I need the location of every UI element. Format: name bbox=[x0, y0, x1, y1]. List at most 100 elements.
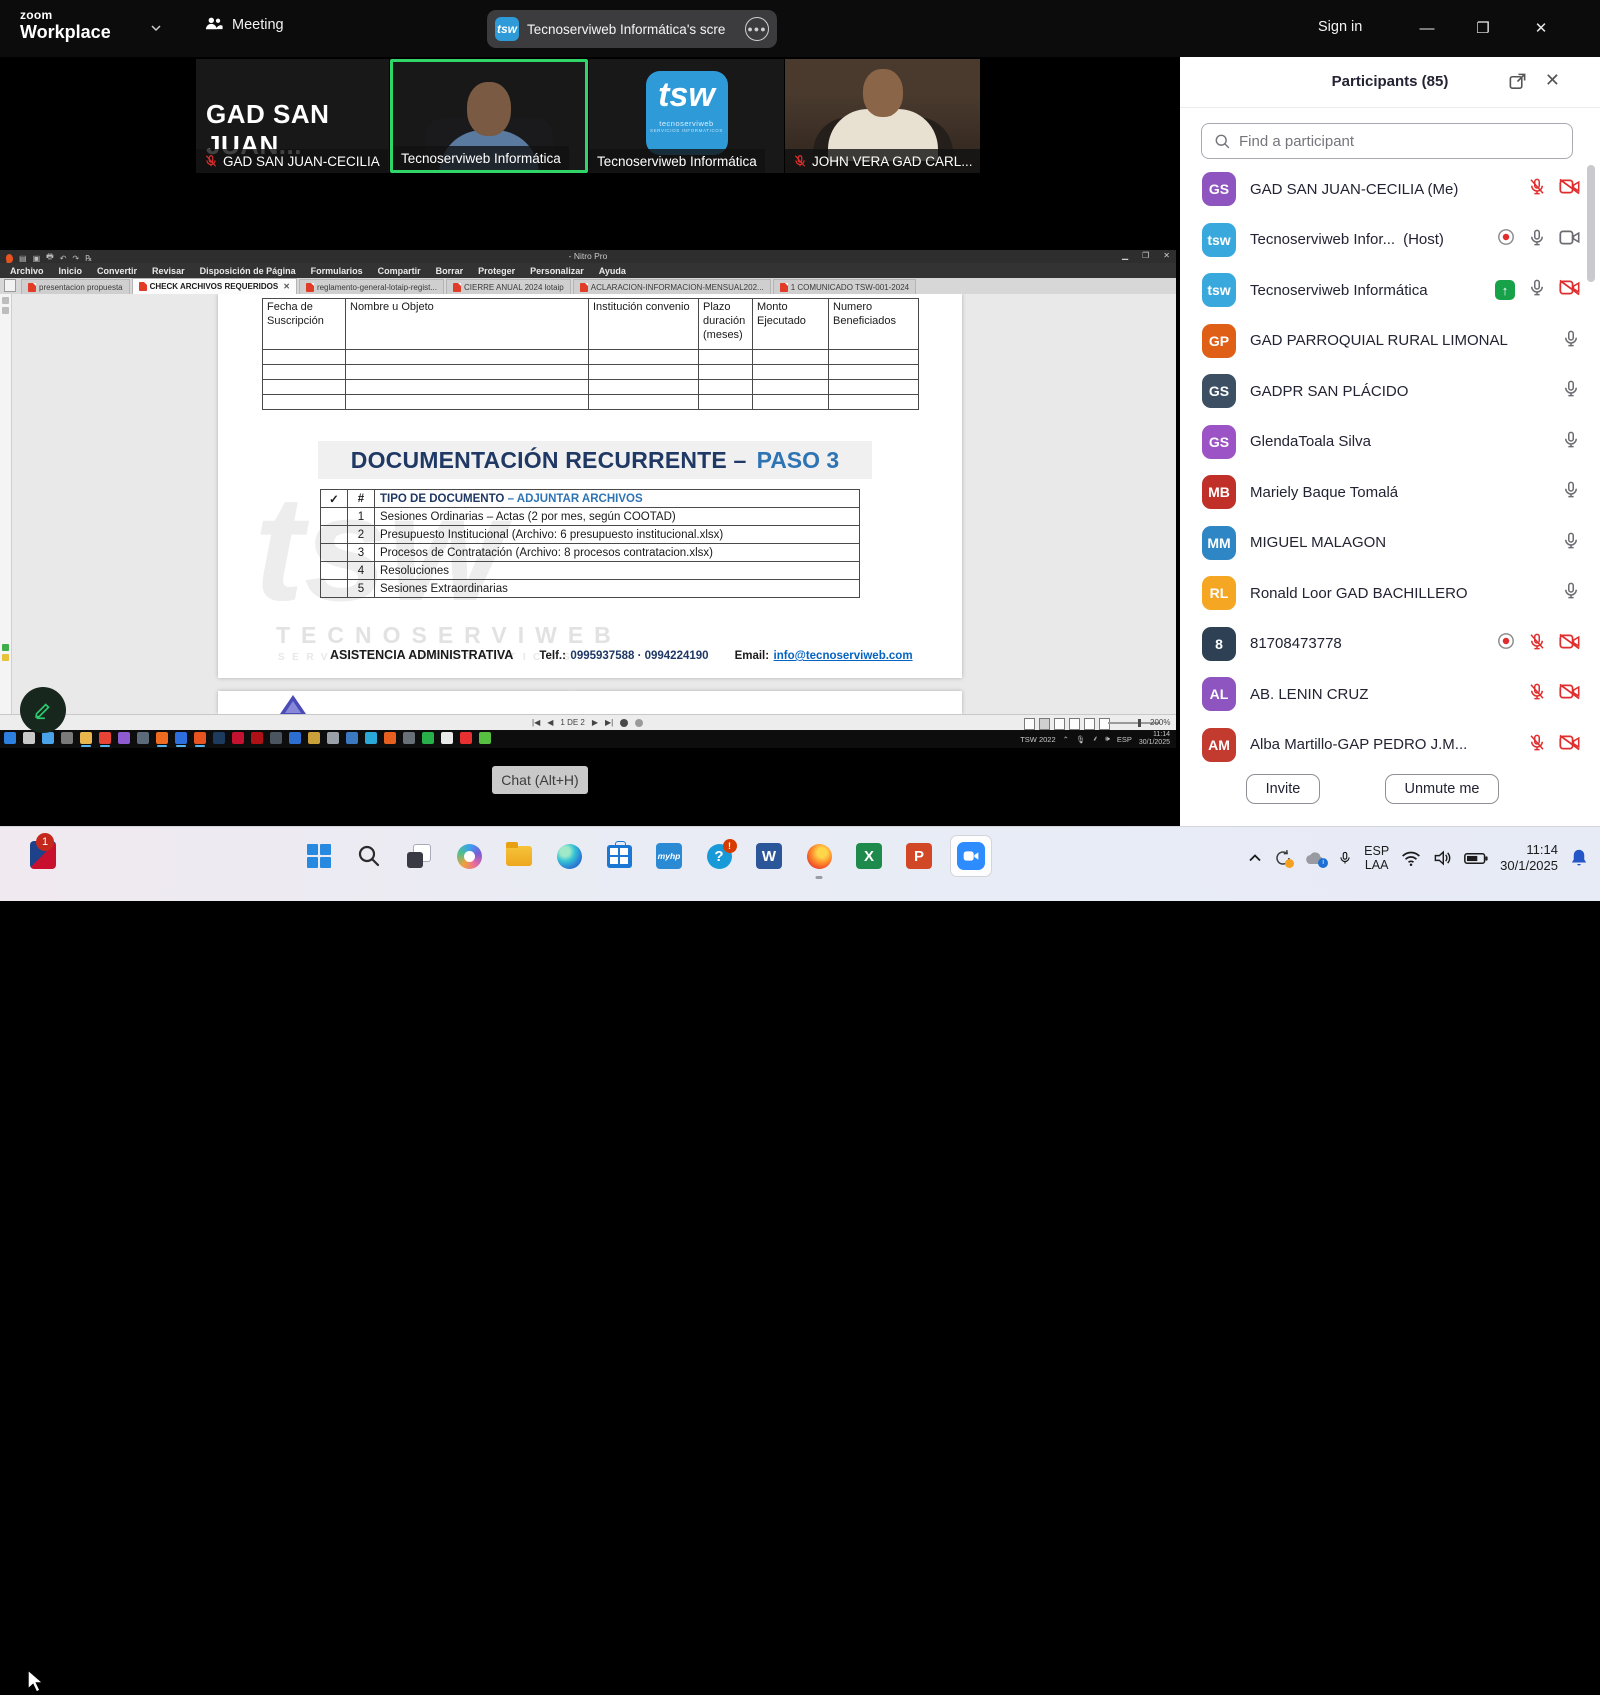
shared-taskbar-icon[interactable] bbox=[42, 732, 54, 744]
copilot-button[interactable] bbox=[450, 836, 488, 876]
participant-row[interactable]: GS GADPR SAN PLÁCIDO bbox=[1180, 366, 1600, 417]
bookmarks-panel-icon[interactable] bbox=[2, 307, 9, 314]
continuous-view-icon[interactable] bbox=[1039, 718, 1050, 730]
video-tile-tsw-logo[interactable]: tsw tecnoserviweb SERVICIOS INFORMATICOS… bbox=[589, 59, 784, 173]
clock[interactable]: 11:1430/1/2025 bbox=[1500, 842, 1558, 875]
close-button[interactable]: ✕ bbox=[1163, 251, 1170, 260]
mic-icon[interactable] bbox=[1562, 531, 1580, 555]
prev-page-icon[interactable]: ◀ bbox=[547, 718, 553, 727]
shared-taskbar-icon[interactable] bbox=[346, 732, 358, 744]
wifi-icon[interactable] bbox=[1401, 851, 1421, 866]
new-document-icon[interactable] bbox=[4, 279, 16, 292]
minimize-button[interactable]: — bbox=[1404, 14, 1450, 42]
shared-taskbar-icon[interactable] bbox=[327, 732, 339, 744]
fit-width-icon[interactable] bbox=[1084, 718, 1095, 730]
maximize-button[interactable]: ❐ bbox=[1460, 14, 1506, 42]
search-button[interactable] bbox=[350, 836, 388, 876]
notification-app-icon[interactable]: 1 bbox=[30, 841, 56, 869]
tab-meeting[interactable]: Meeting bbox=[205, 15, 284, 35]
participant-row[interactable]: tsw Tecnoserviweb Informática ↑ bbox=[1180, 265, 1600, 316]
doc-tab[interactable]: 1 COMUNICADO TSW-001-2024 bbox=[773, 279, 916, 294]
two-page-view-icon[interactable] bbox=[1054, 718, 1065, 730]
shared-taskbar-icon[interactable] bbox=[460, 732, 472, 744]
chevron-up-icon[interactable]: ⌃ bbox=[1063, 735, 1069, 744]
menu-item[interactable]: Formularios bbox=[311, 266, 363, 276]
language-indicator[interactable]: ESP bbox=[1117, 735, 1132, 744]
sync-icon[interactable] bbox=[1274, 849, 1292, 867]
annotate-button[interactable] bbox=[20, 687, 66, 733]
participant-row[interactable]: 8 81708473778 bbox=[1180, 619, 1600, 670]
shared-taskbar-icon[interactable] bbox=[289, 732, 301, 744]
shared-taskbar-icon[interactable] bbox=[118, 732, 130, 744]
tab-shared-screen[interactable]: tsw Tecnoserviweb Informática's scre ●●● bbox=[487, 10, 777, 48]
participant-row[interactable]: MB Mariely Baque Tomalá bbox=[1180, 467, 1600, 518]
notification-bell-icon[interactable] bbox=[1570, 848, 1588, 868]
sign-in-button[interactable]: Sign in bbox=[1318, 19, 1362, 35]
menu-item[interactable]: Revisar bbox=[152, 266, 185, 276]
start-button[interactable] bbox=[300, 836, 338, 876]
shared-taskbar-icon[interactable] bbox=[61, 732, 73, 744]
pages-panel-icon[interactable] bbox=[2, 297, 9, 304]
mic-icon[interactable]: 🎙 bbox=[1076, 735, 1086, 744]
mic-icon[interactable] bbox=[1528, 228, 1546, 252]
search-participant-input[interactable]: Find a participant bbox=[1201, 123, 1573, 159]
page-navigation[interactable]: |◀ ◀ 1 DE 2 ▶ ▶| bbox=[532, 718, 643, 727]
close-button[interactable]: ✕ bbox=[1518, 14, 1564, 42]
mic-icon[interactable] bbox=[1562, 430, 1580, 454]
doc-tab[interactable]: CIERRE ANUAL 2024 lotaip bbox=[446, 279, 571, 294]
excel-button[interactable]: X bbox=[850, 836, 888, 876]
shared-taskbar-icon[interactable] bbox=[251, 732, 263, 744]
video-off-icon[interactable] bbox=[1559, 633, 1580, 655]
mic-icon[interactable] bbox=[1528, 278, 1546, 302]
mic-icon[interactable] bbox=[1338, 849, 1352, 867]
grid-view-icon[interactable] bbox=[1069, 718, 1080, 730]
close-panel-icon[interactable]: ✕ bbox=[1545, 70, 1560, 91]
participant-row[interactable]: tsw Tecnoserviweb Infor...(Host) bbox=[1180, 215, 1600, 266]
doc-tab[interactable]: presentacion propuesta bbox=[21, 279, 130, 294]
menu-item[interactable]: Archivo bbox=[10, 266, 44, 276]
shared-taskbar-icon[interactable] bbox=[137, 732, 149, 744]
shared-taskbar-icon[interactable] bbox=[384, 732, 396, 744]
video-off-icon[interactable] bbox=[1559, 178, 1580, 200]
menu-item[interactable]: Personalizar bbox=[530, 266, 584, 276]
shared-taskbar-icon[interactable] bbox=[232, 732, 244, 744]
participant-row[interactable]: RL Ronald Loor GAD BACHILLERO bbox=[1180, 568, 1600, 619]
shared-taskbar-icon[interactable] bbox=[270, 732, 282, 744]
task-view-button[interactable] bbox=[400, 836, 438, 876]
participant-row[interactable]: AL AB. LENIN CRUZ bbox=[1180, 669, 1600, 720]
shared-taskbar-icon[interactable] bbox=[175, 732, 187, 747]
video-icon[interactable] bbox=[1559, 229, 1580, 251]
video-tile-john-vera[interactable]: JOHN VERA GAD CARL... bbox=[785, 59, 980, 173]
document-canvas[interactable]: tsw TECNOSERVIWEB SERVICIOS INFORMÁTICOS… bbox=[0, 294, 1176, 714]
word-button[interactable]: W bbox=[750, 836, 788, 876]
participant-row[interactable]: GS GlendaToala Silva bbox=[1180, 417, 1600, 468]
fit-page-icon[interactable] bbox=[1099, 718, 1110, 730]
menu-item[interactable]: Inicio bbox=[59, 266, 83, 276]
language-indicator[interactable]: ESPLAA bbox=[1364, 844, 1389, 873]
participant-row[interactable]: GP GAD PARROQUIAL RURAL LIMONAL bbox=[1180, 316, 1600, 367]
sidebar-rail[interactable] bbox=[0, 294, 12, 714]
network-icon[interactable]: ⸙ bbox=[1092, 734, 1098, 744]
edge-button[interactable] bbox=[550, 836, 588, 876]
view-mode-buttons[interactable] bbox=[1024, 718, 1110, 730]
restore-button[interactable]: ❐ bbox=[1142, 251, 1149, 260]
zoom-app-button[interactable] bbox=[950, 835, 992, 877]
zoom-slider-thumb[interactable] bbox=[1138, 719, 1141, 727]
menu-item[interactable]: Ayuda bbox=[599, 266, 626, 276]
chevron-down-icon[interactable] bbox=[150, 22, 162, 34]
menu-item[interactable]: Disposición de Página bbox=[200, 266, 296, 276]
last-page-icon[interactable]: ▶| bbox=[605, 718, 613, 727]
shared-taskbar-icon[interactable] bbox=[403, 732, 415, 744]
video-off-icon[interactable] bbox=[1559, 683, 1580, 705]
participant-row[interactable]: AM Alba Martillo-GAP PEDRO J.M... bbox=[1180, 720, 1600, 771]
mic-icon[interactable] bbox=[1562, 581, 1580, 605]
invite-button[interactable]: Invite bbox=[1246, 774, 1320, 804]
hp-support-button[interactable]: ?! bbox=[700, 836, 738, 876]
menu-item[interactable]: Compartir bbox=[378, 266, 421, 276]
mic-muted-icon[interactable] bbox=[1528, 682, 1546, 706]
shared-taskbar-icon[interactable] bbox=[479, 732, 491, 744]
menu-item[interactable]: Borrar bbox=[436, 266, 464, 276]
video-off-icon[interactable] bbox=[1559, 279, 1580, 301]
attachments-panel-icon[interactable] bbox=[2, 654, 9, 661]
mic-muted-icon[interactable] bbox=[1528, 632, 1546, 656]
